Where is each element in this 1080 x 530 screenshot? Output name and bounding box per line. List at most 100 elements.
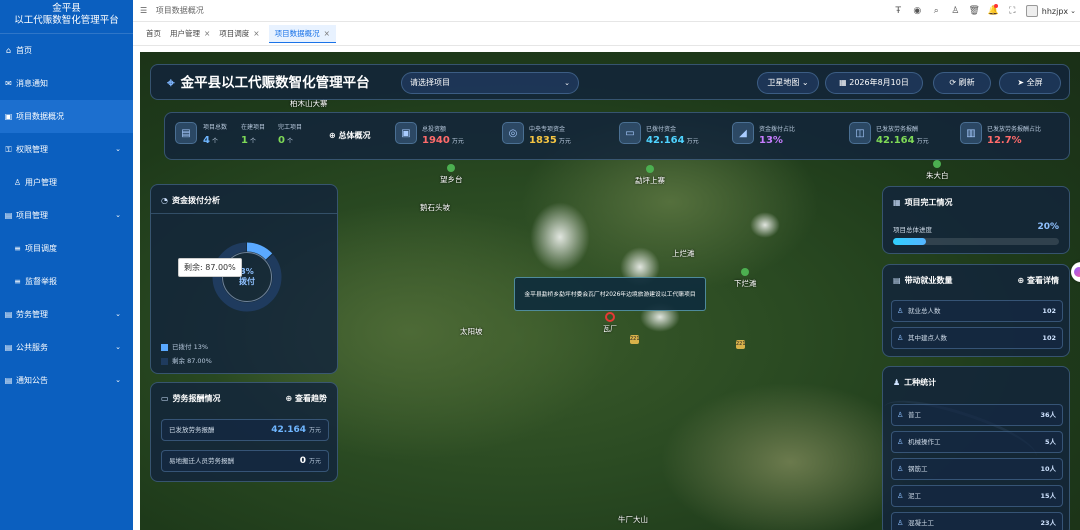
chart-tooltip: 剩余: 87.00% — [178, 258, 242, 277]
list-icon: ≡ — [14, 277, 21, 286]
fund-analysis-title: ◔ 资金拨付分析 — [161, 196, 220, 205]
map-place-label[interactable]: 望乡台 — [440, 164, 463, 185]
stat-project-total: 项目总数 4个 — [203, 124, 228, 146]
stat-label: 中央专项资金 — [529, 126, 566, 133]
list-icon: ≡ — [14, 244, 21, 253]
sidebar-item[interactable]: ⚿ 权限管理 ⌄ — [0, 133, 133, 166]
place-marker-icon — [933, 160, 942, 168]
font-size-icon[interactable]: Ŧ — [889, 6, 908, 16]
trash-icon[interactable]: 🗑 — [965, 6, 984, 16]
overview-button[interactable]: ⊕ 总体概况 — [329, 130, 371, 141]
map-place-label[interactable]: 太阳坡 — [460, 326, 483, 337]
map-type-select[interactable]: 卫星地图 ⌄ — [757, 72, 819, 94]
view-trend-button[interactable]: ⊕ 查看趋势 — [286, 393, 328, 404]
app-title-line1: 金平县 — [52, 3, 81, 14]
worker-type-row: ♙ 混凝土工 23人 — [891, 512, 1063, 530]
sidebar-item-label: 劳务管理 — [16, 310, 48, 319]
sidebar-item[interactable]: ▤ 通知公告 ⌄ — [0, 364, 133, 397]
sidebar-item[interactable]: ≡ 项目调度 — [0, 232, 133, 265]
search-icon[interactable]: ⌕ — [927, 6, 946, 16]
tab[interactable]: 首页 — [146, 25, 161, 43]
fullscreen-button[interactable]: ➤ 全屏 — [999, 72, 1061, 94]
theme-icon[interactable]: ◉ — [908, 6, 927, 16]
tab-bar: 首页 用户管理 × 项目调度 × 项目数据概况 × — [133, 22, 1080, 46]
user-menu[interactable]: hhzjpx ⌄ — [1025, 5, 1076, 17]
menu-toggle-icon[interactable]: ☰ — [140, 6, 147, 15]
target-icon: ⊕ — [285, 394, 293, 403]
labor-row: 已发放劳务报酬 42.164 万元 — [161, 419, 329, 441]
labor-pay-title: ▭ 劳务报酬情况 — [161, 394, 221, 403]
stat-label: 已发放劳务报酬占比 — [987, 126, 1042, 133]
payment-icon: ◫ — [849, 122, 871, 144]
sidebar: 金平县 以工代赈数智化管理平台 ⌂ 首页 ✉ 消息通知 ▣ 项目数据概况 ⚿ 权限管理 ⌄ ♙ 用户… — [0, 0, 133, 530]
skin-icon[interactable]: ♙ — [946, 6, 965, 16]
user-icon: ♙ — [13, 178, 22, 187]
user-icon: ♙ — [897, 492, 904, 500]
worker-types-title: ♟ 工种统计 — [893, 378, 937, 387]
fund-legend: 已拨付 13% 剩余 87.00% — [161, 340, 212, 368]
sidebar-item[interactable]: ▤ 项目管理 ⌄ — [0, 199, 133, 232]
database-icon: ◎ — [502, 122, 524, 144]
project-popup[interactable]: 金平县勐桥乡勐坪村委会瓦厂村2026年边境旅游建设以工代赈项目 — [514, 277, 706, 311]
sidebar-item-label: 项目调度 — [25, 244, 57, 253]
bell-icon[interactable]: 🔔 — [984, 4, 1003, 16]
sidebar-item[interactable]: ⌂ 首页 — [0, 34, 133, 67]
stat-value: 42.164 万元 — [646, 135, 699, 146]
tab[interactable]: 项目调度 × — [219, 25, 259, 43]
user-icon: ♙ — [897, 519, 904, 527]
chart-icon: ◢ — [732, 122, 754, 144]
legend-paid[interactable]: 已拨付 13% — [161, 340, 212, 354]
view-details-button[interactable]: ⊕ 查看详情 — [1018, 275, 1060, 286]
close-icon[interactable]: × — [204, 29, 210, 38]
close-icon[interactable]: × — [324, 29, 330, 38]
money-icon: ▣ — [395, 122, 417, 144]
tab-label: 首页 — [146, 28, 161, 38]
sidebar-item[interactable]: ▤ 公共服务 ⌄ — [0, 331, 133, 364]
refresh-button[interactable]: ⟳ 刷新 — [933, 72, 991, 94]
map-place-label[interactable]: 下烂滩 — [734, 268, 757, 289]
place-marker-icon — [646, 165, 654, 173]
map-place-label[interactable]: 朱大白 — [926, 160, 949, 181]
location-pin-icon[interactable] — [605, 312, 615, 322]
date-picker[interactable]: ▦ 2026年8月10日 — [825, 72, 923, 94]
sidebar-item-label: 消息通知 — [16, 79, 48, 88]
sidebar-item[interactable]: ▣ 项目数据概况 — [0, 100, 133, 133]
progress-percent: 20% — [1037, 222, 1059, 232]
stat-label: 总投资额 — [422, 126, 447, 133]
chevron-down-icon: ⌄ — [115, 211, 121, 219]
ratio-icon: ▥ — [960, 122, 982, 144]
map-place-label[interactable]: 牛厂大山 — [618, 514, 648, 525]
sidebar-item-label: 项目数据概况 — [16, 112, 64, 121]
labor-pay-panel: ▭ 劳务报酬情况 ⊕ 查看趋势 已发放劳务报酬 42.164 万元 易地搬迁人员劳务… — [150, 382, 338, 482]
folder-icon: ▤ — [4, 343, 13, 352]
close-icon[interactable]: × — [253, 29, 259, 38]
dashboard-map[interactable]: 柏木山大寨 望乡台 鹅石头坡 勐坪上寨 上烂滩 下烂滩 太阳坡 朱大白 牛厂大山 221 221 金… — [140, 52, 1080, 530]
user-icon: ♙ — [897, 334, 904, 342]
sidebar-item[interactable]: ≡ 监督举报 — [0, 265, 133, 298]
pin-label: 瓦厂 — [603, 325, 617, 333]
worker-type-row: ♙ 机械操作工 5人 — [891, 431, 1063, 453]
employment-row: ♙ 就业总人数 102 — [891, 300, 1063, 322]
map-place-label[interactable]: 鹅石头坡 — [420, 202, 450, 213]
home-icon: ⌂ — [5, 46, 12, 55]
stat-label: 已拨付资金 — [646, 126, 677, 133]
sidebar-item-label: 首页 — [16, 46, 32, 55]
map-place-label[interactable]: 上烂滩 — [672, 248, 695, 259]
tab[interactable]: 用户管理 × — [170, 25, 210, 43]
sidebar-item[interactable]: ✉ 消息通知 — [0, 67, 133, 100]
folder-icon: ▤ — [4, 376, 13, 385]
sidebar-item[interactable]: ♙ 用户管理 — [0, 166, 133, 199]
sidebar-item[interactable]: ▤ 劳务管理 ⌄ — [0, 298, 133, 331]
road-sign: 221 — [736, 340, 746, 349]
stat-value: 13% — [759, 135, 783, 146]
fullscreen-icon[interactable]: ⛶ — [1003, 6, 1022, 16]
map-place-label[interactable]: 勐坪上寨 — [635, 165, 665, 186]
legend-remaining[interactable]: 剩余 87.00% — [161, 354, 212, 368]
progress-bar — [893, 238, 1059, 245]
project-select[interactable]: 请选择项目 ⌄ — [401, 72, 579, 94]
tab-label: 用户管理 — [170, 28, 200, 38]
stat-label: 已发放劳务报酬 — [876, 126, 919, 133]
tab[interactable]: 项目数据概况 × — [268, 24, 336, 43]
chevron-down-icon: ⌄ — [115, 376, 121, 384]
stat-value: 1835 万元 — [529, 135, 571, 146]
